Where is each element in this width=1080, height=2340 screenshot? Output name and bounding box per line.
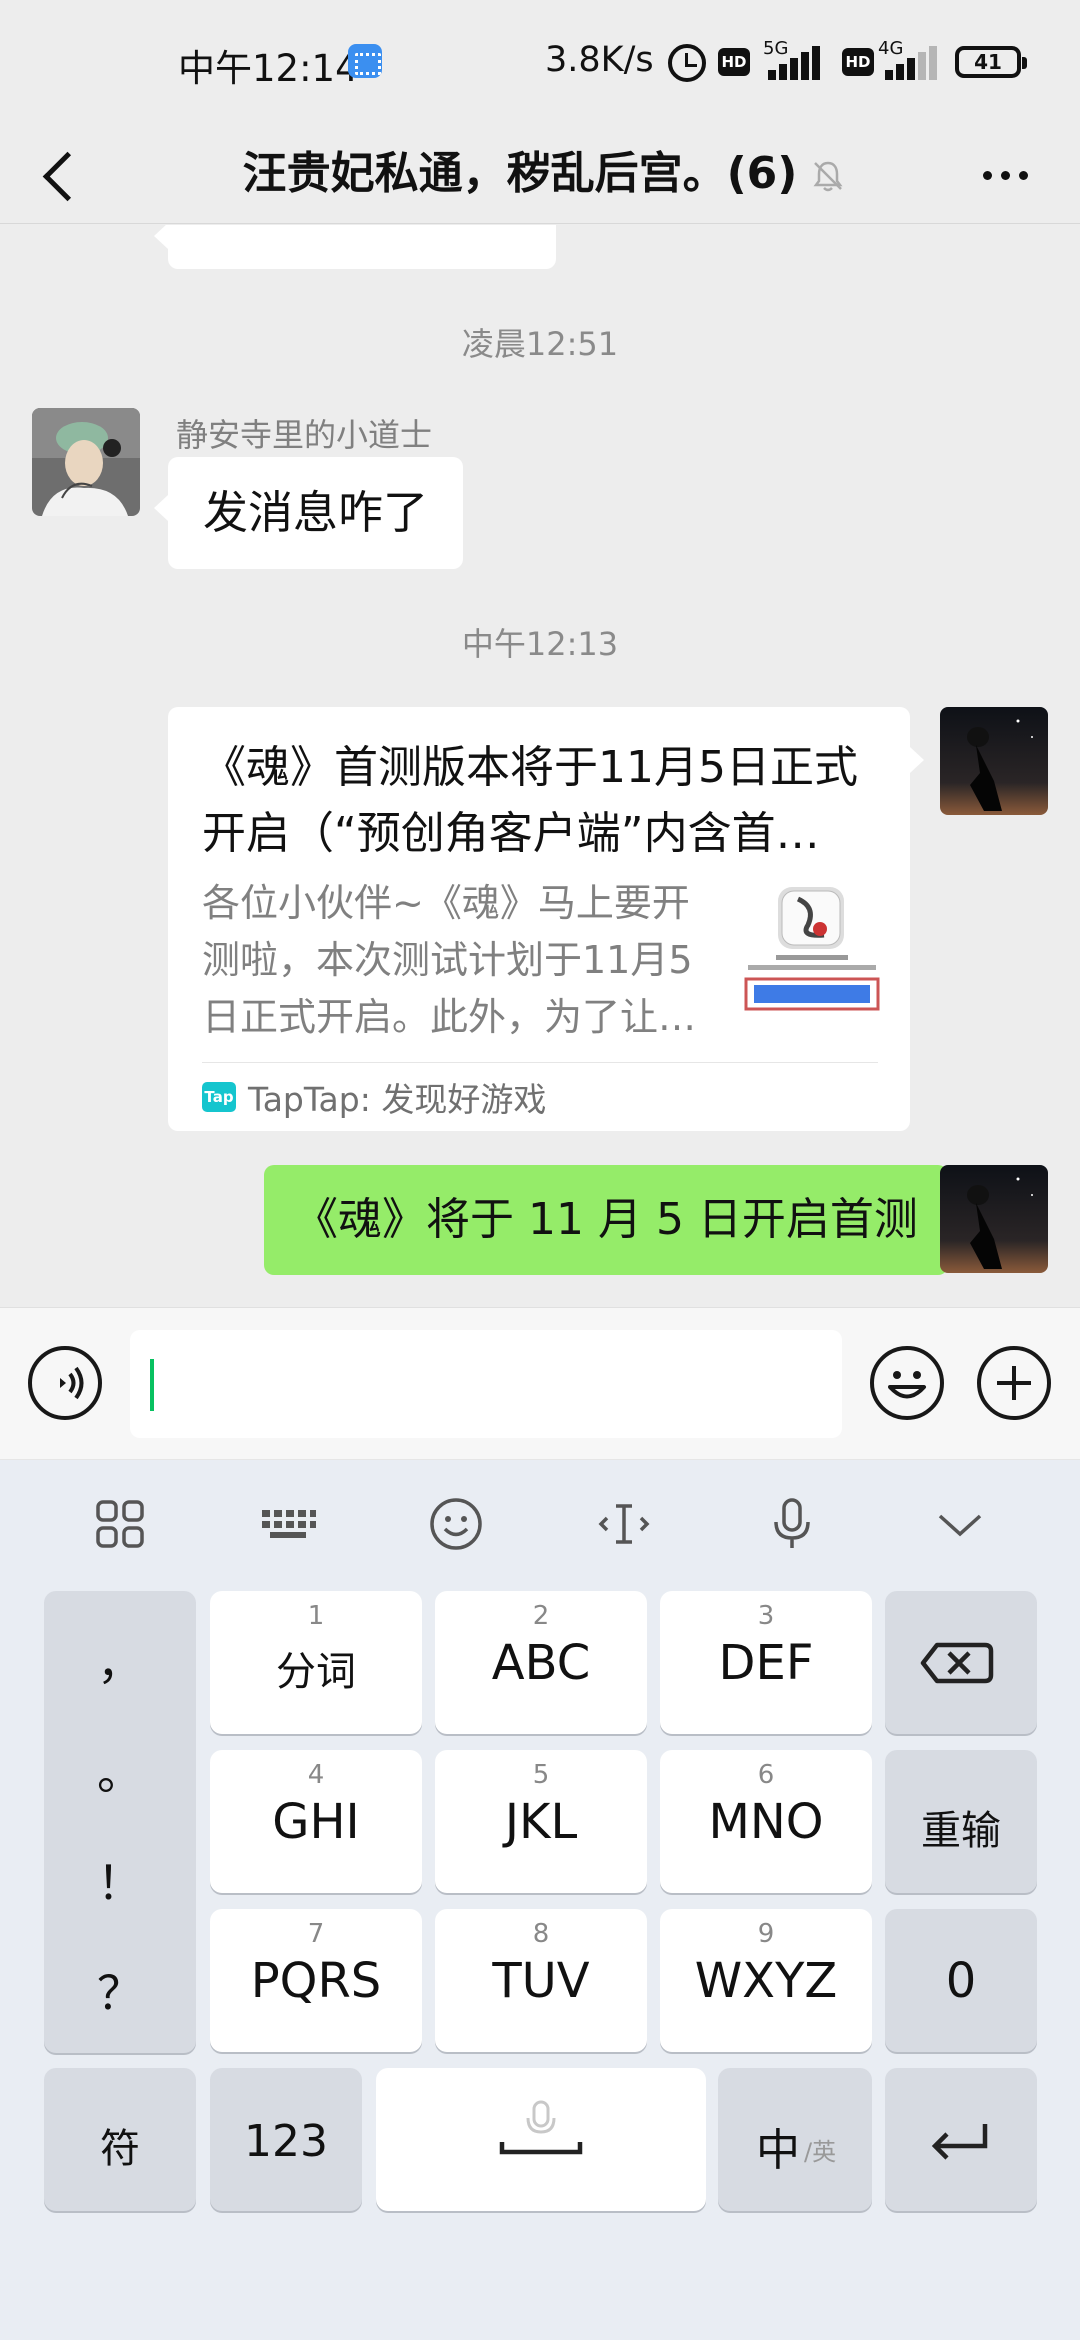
more-functions-button[interactable] <box>977 1346 1051 1420</box>
key-6[interactable]: 6 MNO <box>660 1750 872 1893</box>
symbols-key[interactable]: 符 <box>44 2068 196 2211</box>
text-caret <box>150 1359 154 1411</box>
message-input-bar <box>0 1307 1080 1460</box>
alarm-icon <box>668 44 706 82</box>
enter-key[interactable] <box>885 2068 1037 2211</box>
voice-input-button[interactable] <box>28 1346 102 1420</box>
punct-comma[interactable]: ， <box>44 1627 196 1693</box>
my-message-bubble[interactable]: 《魂》将于 11 月 5 日开启首测 <box>264 1165 962 1275</box>
my-avatar[interactable] <box>940 707 1048 815</box>
key-3[interactable]: 3 DEF <box>660 1591 872 1734</box>
link-card[interactable]: 《魂》首测版本将于11月5日正式开启（“预创角客户端”内含首… 各位小伙伴~《魂… <box>168 707 924 1131</box>
key-2[interactable]: 2 ABC <box>435 1591 647 1734</box>
battery-icon: 41 <box>955 46 1027 78</box>
status-time: 中午12:14 <box>178 47 359 90</box>
timestamp: 凌晨12:51 <box>461 325 619 363</box>
key-9[interactable]: 9 WXYZ <box>660 1909 872 2052</box>
punct-period[interactable]: 。 <box>44 1737 196 1803</box>
card-title: 《魂》首测版本将于11月5日正式开启（“预创角客户端”内含首… <box>202 742 858 859</box>
backspace-icon <box>920 1642 994 1684</box>
emoji-icon[interactable] <box>426 1494 486 1554</box>
voice-icon <box>60 1366 84 1400</box>
punct-question[interactable]: ？ <box>44 1957 196 2023</box>
apps-grid-icon[interactable] <box>90 1494 150 1554</box>
card-source-label: TapTap: 发现好游戏 <box>248 1080 547 1119</box>
previous-message-bubble[interactable] <box>154 225 556 269</box>
timestamp: 中午12:13 <box>461 625 619 663</box>
message-list[interactable]: 凌晨12:51 静安寺里的小道士 发消息咋了 中午12:13 《魂》首测版本将于… <box>0 225 1080 1307</box>
card-divider <box>202 1062 878 1063</box>
space-key[interactable] <box>376 2068 706 2211</box>
network-speed: 3.8K/s <box>545 40 654 80</box>
keyboard-app-icon <box>348 44 382 78</box>
smile-icon <box>888 1371 926 1399</box>
key-5[interactable]: 5 JKL <box>435 1750 647 1893</box>
space-mic-icon <box>499 2100 583 2155</box>
status-bar: 中午12:14 3.8K/s HD 5G HD 4G 41 <box>0 0 1080 124</box>
chat-title: 汪贵妃私通，秽乱后宫。(6) <box>242 148 798 199</box>
reinput-key[interactable]: 重输 <box>885 1750 1037 1893</box>
emoji-button[interactable] <box>870 1346 944 1420</box>
key-1[interactable]: 1 分词 <box>210 1591 422 1734</box>
enter-icon <box>931 2124 988 2160</box>
signal-icon-2 <box>885 44 947 80</box>
collapse-keyboard-icon[interactable] <box>930 1494 990 1554</box>
numbers-key[interactable]: 123 <box>210 2068 362 2211</box>
signal-icon-1 <box>768 44 830 80</box>
taptap-icon: Tap <box>202 1082 236 1112</box>
zero-key[interactable]: 0 <box>885 1909 1037 2052</box>
message-input[interactable] <box>130 1330 842 1438</box>
hd-badge-1: HD <box>718 48 750 76</box>
cursor-edit-icon[interactable] <box>594 1494 654 1554</box>
card-thumbnail <box>736 877 888 1029</box>
key-7[interactable]: 7 PQRS <box>210 1909 422 2052</box>
punctuation-column[interactable]: ， 。 ！ ？ <box>44 1591 196 2053</box>
sender-name: 静安寺里的小道士 <box>176 416 433 454</box>
ime-keyboard: ， 。 ！ ？ 1 分词 2 ABC 3 DEF 4 GHI 5 JKL 6 M… <box>0 1460 1080 2340</box>
language-toggle-key[interactable]: 中 /英 <box>718 2068 872 2211</box>
my-avatar[interactable] <box>940 1165 1048 1273</box>
card-description: 各位小伙伴~《魂》马上要开测啦，本次测试计划于11月5日正式开启。此外，为了让… <box>202 881 697 1039</box>
mute-bell-icon <box>813 161 843 192</box>
more-options-button[interactable] <box>970 150 1040 200</box>
message-bubble[interactable]: 发消息咋了 <box>153 457 464 569</box>
delete-key[interactable] <box>885 1591 1037 1734</box>
card-source: Tap TapTap: 发现好游戏 <box>202 1077 546 1119</box>
microphone-icon[interactable] <box>762 1494 822 1554</box>
key-8[interactable]: 8 TUV <box>435 1909 647 2052</box>
sender-avatar[interactable] <box>32 408 140 516</box>
keyboard-toolbar <box>0 1460 1080 1585</box>
key-4[interactable]: 4 GHI <box>210 1750 422 1893</box>
keyboard-layout-icon[interactable] <box>258 1494 318 1554</box>
chat-header: 汪贵妃私通，秽乱后宫。(6) <box>0 124 1080 224</box>
hd-badge-2: HD <box>842 48 874 76</box>
punct-exclamation[interactable]: ！ <box>44 1847 196 1913</box>
